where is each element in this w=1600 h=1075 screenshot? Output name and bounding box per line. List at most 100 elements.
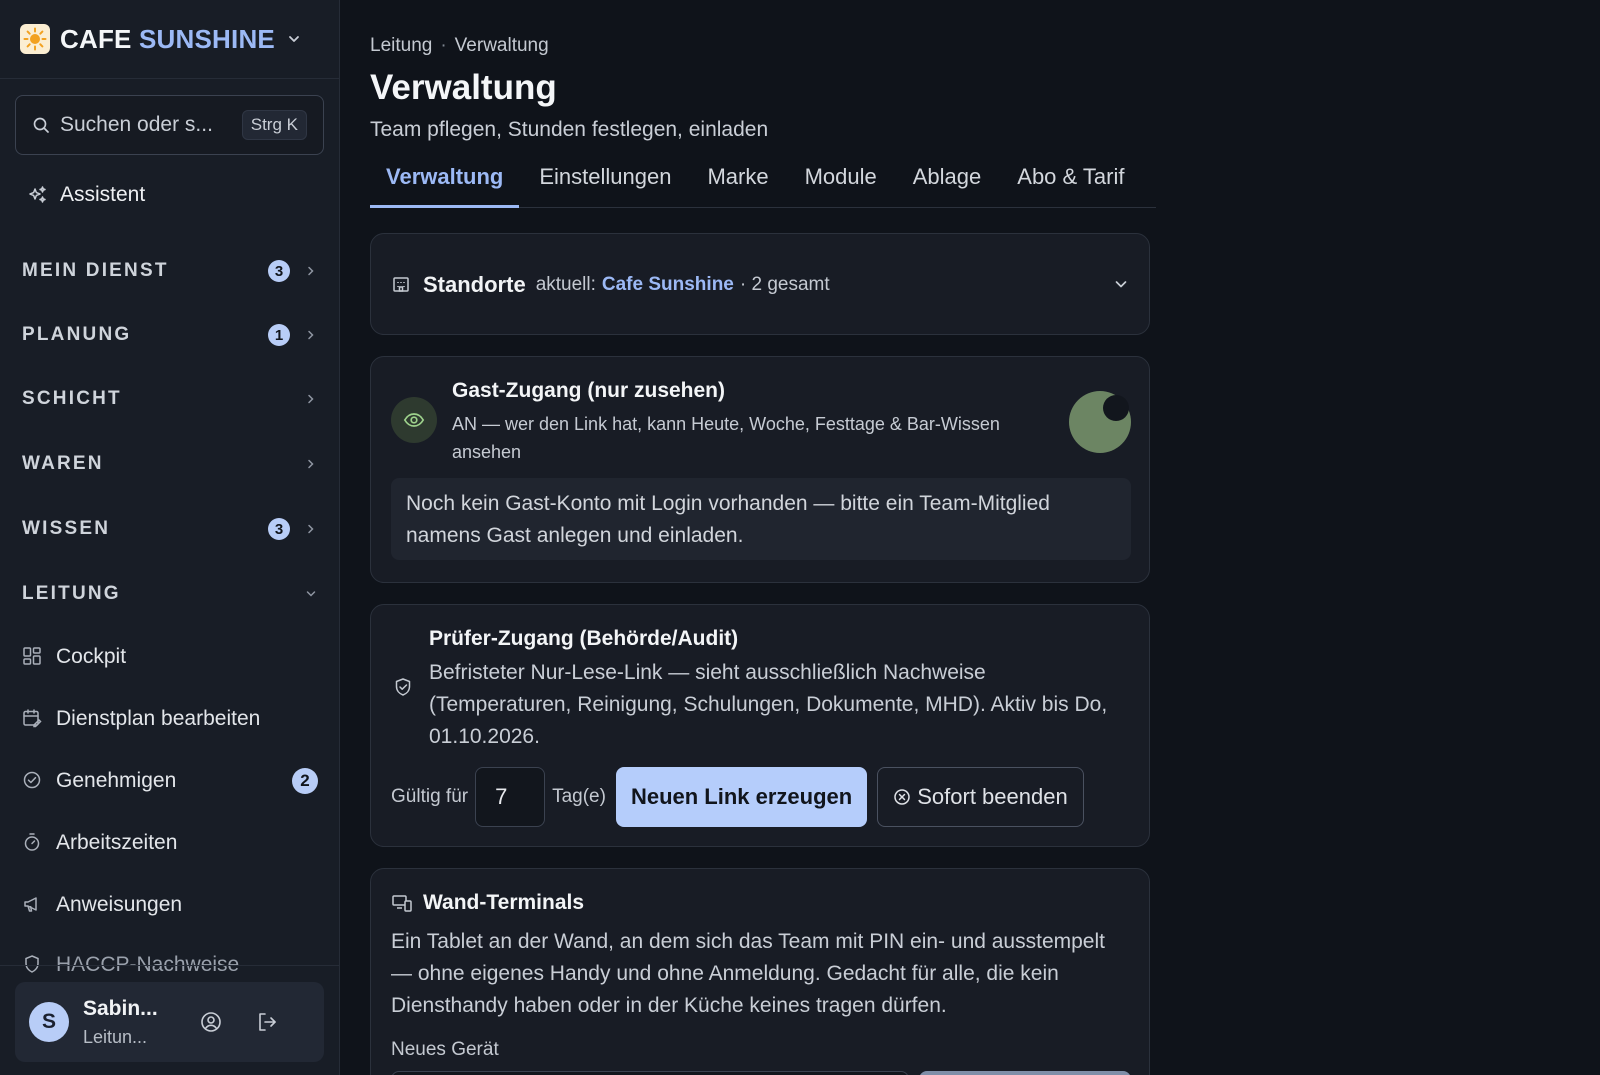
generate-link-button[interactable]: Neuen Link erzeugen <box>615 767 868 827</box>
keyboard-shortcut-hint: Strg K <box>241 110 307 140</box>
section-planung[interactable]: PLANUNG 1 <box>22 318 318 352</box>
sidebar-item-anweisungen[interactable]: Anweisungen <box>22 885 318 925</box>
divider <box>0 78 339 79</box>
sun-logo-icon <box>20 24 50 54</box>
wall-terminals-description: Ein Tablet an der Wand, an dem sich das … <box>391 930 1105 1017</box>
locations-total: · 2 gesamt <box>739 274 830 295</box>
audit-access-card: Prüfer-Zugang (Behörde/Audit) Befristete… <box>370 604 1150 847</box>
sidebar-item-label: Dienstplan bearbeiten <box>56 707 261 730</box>
sidebar-item-label: Cockpit <box>56 645 127 668</box>
divider <box>0 965 339 966</box>
tab-module[interactable]: Module <box>789 158 893 208</box>
brand-name-second: SUNSHINE <box>139 23 275 54</box>
audit-access-title: Prüfer-Zugang (Behörde/Audit) <box>429 627 739 650</box>
chevron-right-icon <box>304 392 318 406</box>
breadcrumb-current: Verwaltung <box>454 35 549 56</box>
guest-access-title: Gast-Zugang (nur zusehen) <box>452 379 725 402</box>
section-label: WAREN <box>22 453 104 474</box>
new-device-input[interactable] <box>391 1071 909 1075</box>
section-label: PLANUNG <box>22 324 132 345</box>
dashboard-grid-icon <box>22 646 44 668</box>
breadcrumb-separator: · <box>440 35 447 56</box>
search-placeholder: Suchen oder s... <box>60 113 213 136</box>
days-unit-label: Tag(e) <box>552 786 606 807</box>
logout-icon[interactable] <box>253 1008 281 1036</box>
breadcrumb-parent[interactable]: Leitung <box>370 35 432 57</box>
devices-icon <box>391 892 413 914</box>
building-icon <box>391 274 413 296</box>
chevron-down-icon <box>304 587 318 601</box>
assistant-link[interactable]: Assistent <box>28 178 145 212</box>
assistant-label: Assistent <box>60 183 146 206</box>
chevron-down-icon[interactable] <box>1113 276 1131 294</box>
profile-icon[interactable] <box>197 1008 225 1036</box>
end-now-label: Sofort beenden <box>917 784 1068 809</box>
locations-title: Standorte <box>423 272 526 297</box>
guest-access-note: Noch kein Gast-Konto mit Login vorhanden… <box>391 478 1131 560</box>
tab-abo-tarif[interactable]: Abo & Tarif <box>1001 158 1140 208</box>
sparkles-icon <box>28 185 48 205</box>
workspace-switcher[interactable]: CAFE SUNSHINE <box>20 22 301 56</box>
toggle-knob <box>1103 395 1129 421</box>
chevron-right-icon <box>304 328 318 342</box>
megaphone-icon <box>22 894 44 916</box>
audit-access-description: Befristeter Nur-Lese-Link — sieht aussch… <box>429 661 1108 748</box>
sidebar-item-label: Anweisungen <box>56 893 183 916</box>
count-badge: 2 <box>292 768 318 794</box>
sidebar-item-dienstplan[interactable]: Dienstplan bearbeiten <box>22 699 318 739</box>
new-device-label: Neues Gerät <box>391 1039 499 1060</box>
tab-marke[interactable]: Marke <box>691 158 784 208</box>
locations-card[interactable]: Standorte aktuell: Cafe Sunshine · 2 ges… <box>370 233 1150 335</box>
shield-check-icon <box>393 677 415 699</box>
chevron-right-icon <box>304 264 318 278</box>
user-role: Leitun... <box>83 1026 148 1047</box>
tab-ablage[interactable]: Ablage <box>897 158 998 208</box>
search-icon <box>32 116 50 134</box>
section-schicht[interactable]: SCHICHT <box>22 382 318 416</box>
page-title: Verwaltung <box>370 68 557 107</box>
chevron-right-icon <box>304 522 318 536</box>
count-badge: 3 <box>268 260 290 282</box>
sidebar: CAFE SUNSHINE Suchen oder s... Strg K As… <box>0 0 340 1075</box>
sidebar-item-arbeitszeiten[interactable]: Arbeitszeiten <box>22 823 318 863</box>
avatar[interactable]: S <box>29 1002 69 1042</box>
section-label: MEIN DIENST <box>22 260 169 281</box>
tab-einstellungen[interactable]: Einstellungen <box>523 158 687 208</box>
current-location-link[interactable]: Cafe Sunshine <box>602 274 734 296</box>
section-wissen[interactable]: WISSEN 3 <box>22 512 318 546</box>
tab-bar: Verwaltung Einstellungen Marke Module Ab… <box>370 158 1156 208</box>
guest-access-description: AN — wer den Link hat, kann Heute, Woche… <box>452 414 1000 462</box>
guest-access-card: Gast-Zugang (nur zusehen) AN — wer den L… <box>370 356 1150 583</box>
page-subtitle: Team pflegen, Stunden festlegen, einlade… <box>370 118 769 141</box>
sidebar-item-label: Genehmigen <box>56 769 177 792</box>
wall-terminals-card: Wand-Terminals Ein Tablet an der Wand, a… <box>370 868 1150 1075</box>
search-input[interactable]: Suchen oder s... Strg K <box>15 95 324 155</box>
section-mein-dienst[interactable]: MEIN DIENST 3 <box>22 254 318 288</box>
calendar-edit-icon <box>22 708 44 730</box>
close-circle-icon <box>893 788 911 806</box>
locations-current-prefix: aktuell: <box>535 274 596 295</box>
section-waren[interactable]: WAREN <box>22 447 318 481</box>
wall-terminals-title: Wand-Terminals <box>423 891 585 914</box>
section-leitung[interactable]: LEITUNG <box>22 577 318 611</box>
count-badge: 1 <box>268 324 290 346</box>
eye-icon <box>391 397 437 443</box>
brand-name-first: CAFE <box>60 23 132 54</box>
sidebar-item-genehmigen[interactable]: Genehmigen 2 <box>22 761 318 801</box>
sidebar-item-cockpit[interactable]: Cockpit <box>22 637 318 677</box>
tab-verwaltung[interactable]: Verwaltung <box>370 158 520 208</box>
chevron-down-icon <box>287 32 301 46</box>
chevron-right-icon <box>304 457 318 471</box>
stopwatch-icon <box>22 832 44 854</box>
end-now-button[interactable]: Sofort beenden <box>877 767 1084 827</box>
section-label: LEITUNG <box>22 583 121 604</box>
section-label: WISSEN <box>22 518 111 539</box>
user-card: S Sabin... Leitun... <box>15 982 324 1062</box>
validity-days-input[interactable] <box>475 767 546 827</box>
count-badge: 3 <box>268 518 290 540</box>
guest-access-toggle[interactable] <box>1069 391 1131 453</box>
user-name: Sabin... <box>83 996 158 1020</box>
section-label: SCHICHT <box>22 388 122 409</box>
sidebar-item-label: Arbeitszeiten <box>56 831 178 854</box>
add-device-button[interactable] <box>919 1071 1131 1075</box>
